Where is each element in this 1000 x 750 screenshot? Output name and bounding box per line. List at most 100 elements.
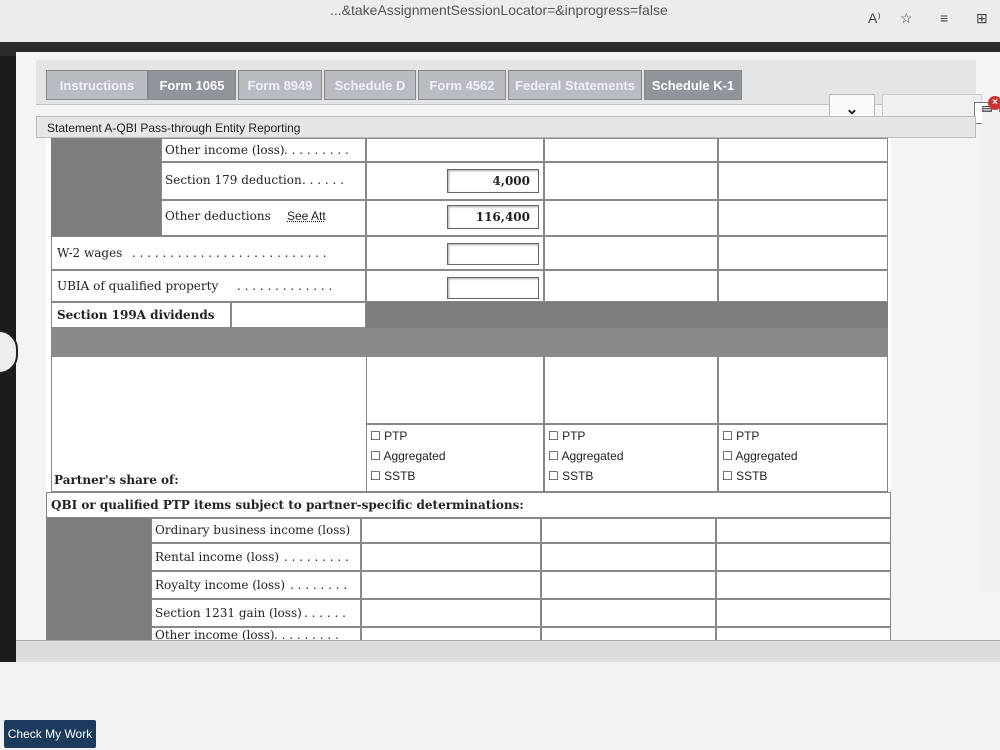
row-section179-label: Section 179 deduction . . . . . . [161, 162, 366, 200]
col2-cell [544, 162, 718, 200]
app-screen: Instructions Form 1065 Form 8949 Schedul… [16, 52, 1000, 662]
shaded-row [366, 302, 888, 328]
col1-checkboxes: ☐ PTP ☐ Aggregated ☐ SSTB [366, 424, 544, 492]
tab-instructions[interactable]: Instructions [46, 70, 148, 100]
dot-leader: . . . . . . . . [290, 578, 348, 592]
row-w2-wages-label: W-2 wages . . . . . . . . . . . . . . . … [51, 236, 366, 270]
aggregated-checkbox[interactable]: ☐ Aggregated [722, 449, 798, 463]
list-item: Rental income (loss) . . . . . . . . . [151, 543, 361, 571]
other-deductions-input[interactable]: 116,400 [447, 205, 539, 229]
col3-cell[interactable] [716, 599, 891, 627]
col3-cell [718, 200, 888, 236]
row-label: Royalty income (loss) [155, 578, 285, 592]
list-item: Section 1231 gain (loss) . . . . . . [151, 599, 361, 627]
tab-form-4562[interactable]: Form 4562 [418, 70, 506, 100]
ptp-checkbox[interactable]: ☐ PTP [548, 429, 585, 443]
sstb-checkbox[interactable]: ☐ SSTB [370, 469, 415, 483]
col3-checkboxes: ☐ PTP ☐ Aggregated ☐ SSTB [718, 424, 888, 492]
col1-cell [366, 236, 544, 270]
section199a-cell [231, 302, 366, 328]
col3-cell [718, 236, 888, 270]
col3-header [718, 356, 888, 424]
col2-cell[interactable] [541, 571, 716, 599]
col1-cell[interactable] [361, 599, 541, 627]
dot-leader: . . . . . . . . . . . . . . . . . . . . … [132, 246, 327, 260]
col1-cell: 4,000 [366, 162, 544, 200]
col2-cell[interactable] [541, 543, 716, 571]
close-icon[interactable]: × [988, 96, 1000, 110]
ptp-checkbox[interactable]: ☐ PTP [370, 429, 407, 443]
section179-input[interactable]: 4,000 [447, 169, 539, 193]
w2-wages-label: W-2 wages [57, 246, 123, 260]
favorite-star-icon[interactable]: ☆ [900, 10, 913, 27]
qbi-heading-row: QBI or qualified PTP items subject to pa… [46, 492, 891, 518]
tab-schedule-k1[interactable]: Schedule K-1 [644, 70, 742, 100]
favorites-list-icon[interactable]: ≡ [940, 10, 948, 26]
check-my-work-button[interactable]: Check My Work [4, 720, 96, 748]
col1-header [366, 356, 544, 424]
row-other-income-label: Other income (loss) . . . . . . . . . [161, 138, 366, 162]
section199a-label: Section 199A dividends [57, 308, 215, 322]
col1-cell[interactable] [361, 518, 541, 543]
horizontal-scrollbar[interactable] [16, 640, 1000, 663]
ptp-checkbox[interactable]: ☐ PTP [722, 429, 759, 443]
col1-cell [366, 270, 544, 302]
see-att-link[interactable]: See Att [287, 209, 326, 223]
browser-address-bar[interactable]: ...&takeAssignmentSessionLocator=&inprog… [0, 0, 1000, 42]
other-income-label: Other income (loss) [165, 143, 285, 157]
qbi-heading: QBI or qualified PTP items subject to pa… [51, 498, 524, 512]
row-label: Rental income (loss) [155, 550, 280, 564]
col2-cell[interactable] [541, 518, 716, 543]
statement-form: Other income (loss) . . . . . . . . . Se… [46, 138, 891, 643]
col2-cell [544, 236, 718, 270]
shaded-block [46, 518, 151, 643]
section179-label: Section 179 deduction [165, 173, 302, 187]
col3-cell[interactable] [716, 518, 891, 543]
list-item: Ordinary business income (loss) [151, 518, 361, 543]
col3-cell[interactable] [716, 543, 891, 571]
dot-leader: . . . . . . . . . [284, 550, 349, 564]
row-label: Section 1231 gain (loss) [155, 606, 302, 620]
dot-leader: . . . . . . . . . . . . . [237, 279, 333, 293]
partner-share-block: Partner's share of: [51, 356, 366, 492]
dot-leader: . . . . . . [304, 606, 346, 620]
col2-cell [544, 200, 718, 236]
col1-cell [366, 138, 544, 162]
col1-cell[interactable] [361, 543, 541, 571]
col2-cell [544, 270, 718, 302]
w2-wages-input[interactable] [447, 243, 539, 265]
tab-schedule-d[interactable]: Schedule D [324, 70, 416, 100]
col1-cell: 116,400 [366, 200, 544, 236]
tab-federal-statements[interactable]: Federal Statements [508, 70, 642, 100]
aggregated-checkbox[interactable]: ☐ Aggregated [370, 449, 446, 463]
col3-cell [718, 162, 888, 200]
row-ubia-label: UBIA of qualified property . . . . . . .… [51, 270, 366, 302]
row-label: Ordinary business income (loss) [155, 523, 351, 537]
sstb-checkbox[interactable]: ☐ SSTB [722, 469, 767, 483]
shaded-block [51, 138, 161, 236]
tab-form-1065[interactable]: Form 1065 [148, 70, 236, 100]
ubia-input[interactable] [447, 277, 539, 299]
vertical-scrollbar[interactable] [982, 112, 1000, 592]
partner-share-label: Partner's share of: [54, 473, 179, 487]
col2-cell [544, 138, 718, 162]
col1-cell[interactable] [361, 571, 541, 599]
ubia-label: UBIA of qualified property [57, 279, 219, 293]
tab-form-8949[interactable]: Form 8949 [238, 70, 322, 100]
col3-cell [718, 270, 888, 302]
aggregated-checkbox[interactable]: ☐ Aggregated [548, 449, 624, 463]
list-item: Royalty income (loss) . . . . . . . . [151, 571, 361, 599]
dot-leader: . . . . . . . . . [284, 143, 349, 157]
footer-area [0, 662, 1000, 750]
col2-cell[interactable] [541, 599, 716, 627]
url-text[interactable]: ...&takeAssignmentSessionLocator=&inprog… [330, 2, 668, 18]
other-deductions-label: Other deductions [165, 209, 271, 223]
row-section199a-label: Section 199A dividends [51, 302, 231, 328]
col3-cell[interactable] [716, 571, 891, 599]
col2-checkboxes: ☐ PTP ☐ Aggregated ☐ SSTB [544, 424, 718, 492]
col2-header [544, 356, 718, 424]
read-aloud-icon[interactable]: A⁾ [868, 10, 881, 27]
shaded-separator [51, 328, 888, 356]
sstb-checkbox[interactable]: ☐ SSTB [548, 469, 593, 483]
collections-icon[interactable]: ⊞ [976, 10, 988, 27]
